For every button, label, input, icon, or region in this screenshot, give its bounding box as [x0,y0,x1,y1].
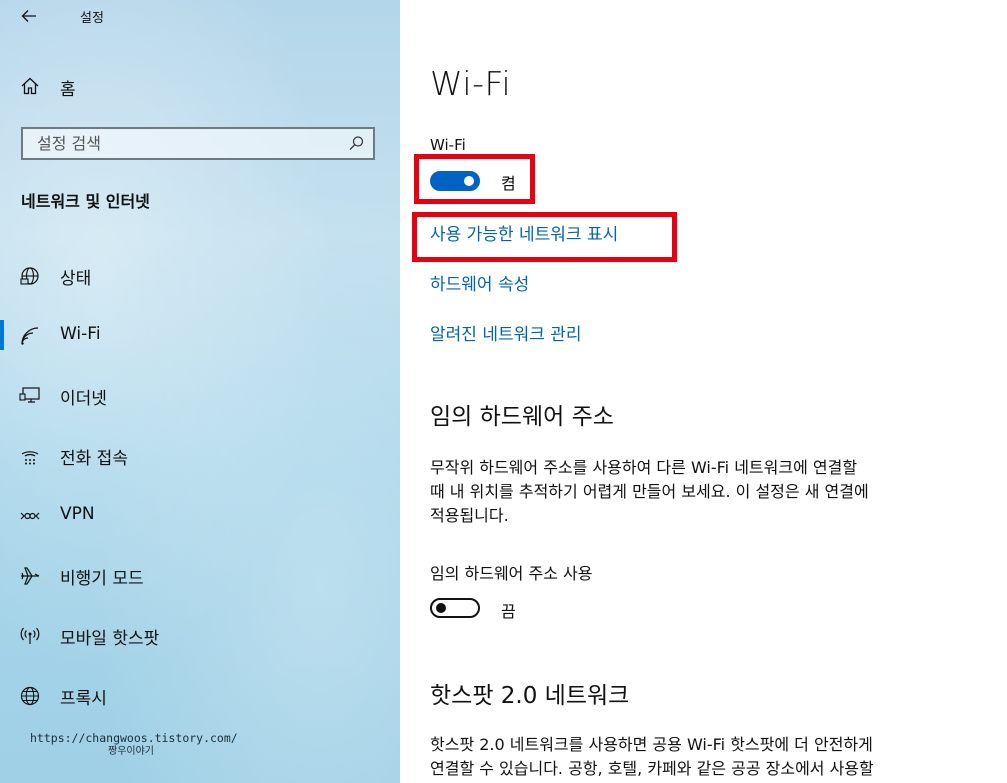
section-title: 네트워크 및 인터넷 [21,192,150,211]
airplane-icon [21,567,40,585]
sidebar-item-mobile-hotspot[interactable]: 모바일 핫스팟 [0,605,400,665]
globe-status-icon [20,267,39,285]
page-title: Wi-Fi [430,64,512,103]
sidebar-item-status[interactable]: 상태 [0,245,400,305]
wifi-icon [21,327,39,345]
globe-icon [20,686,40,706]
manage-known-networks-link[interactable]: 알려진 네트워크 관리 [430,320,582,345]
sidebar-item-label: 이더넷 [60,389,107,409]
watermark-url: https://changwoos.tistory.com/ [30,731,238,745]
sidebar-item-label: Wi-Fi [60,324,101,344]
sidebar-item-label: 홈 [60,80,76,100]
sidebar-item-dialup[interactable]: 전화 접속 [0,425,400,485]
hotspot2-heading: 핫스팟 2.0 네트워크 [430,683,630,709]
sidebar-item-home[interactable]: 홈 [0,68,400,104]
sidebar-item-airplane-mode[interactable]: 비행기 모드 [0,545,400,605]
toggle-knob [436,603,446,613]
search-box[interactable] [21,127,375,160]
navigation-pane: 설정 홈 네트워크 및 인터넷 상태 [0,0,400,783]
sidebar-item-wifi[interactable]: Wi-Fi [0,305,400,365]
sidebar-item-label: 비행기 모드 [60,569,144,589]
random-hw-toggle[interactable] [430,598,480,618]
sidebar-item-label: VPN [60,504,95,524]
back-button[interactable] [14,4,44,28]
watermark-name: 짱우이야기 [108,746,154,757]
content-pane: Wi-Fi Wi-Fi 켬 사용 가능한 네트워크 표시 하드웨어 속성 알려진… [400,0,1007,783]
selection-indicator [0,320,4,350]
random-hw-description: 무작위 하드웨어 주소를 사용하여 다른 Wi-Fi 네트워크에 연결할 때 내… [430,458,869,525]
ethernet-icon [19,387,40,403]
vpn-icon [20,512,40,520]
hardware-properties-link[interactable]: 하드웨어 속성 [430,270,529,295]
sidebar-item-ethernet[interactable]: 이더넷 [0,365,400,425]
back-arrow-icon [21,10,36,22]
wifi-toggle-label: Wi-Fi [430,136,466,154]
show-available-networks-link[interactable]: 사용 가능한 네트워크 표시 [430,220,618,245]
wifi-toggle[interactable] [430,171,480,191]
random-hw-heading: 임의 하드웨어 주소 [430,404,614,430]
wifi-toggle-state: 켬 [501,174,516,193]
title-bar: 설정 [0,0,400,32]
search-icon[interactable] [348,135,365,152]
sidebar-item-label: 전화 접속 [60,449,128,469]
sidebar-item-vpn[interactable]: VPN [0,485,400,545]
hotspot-icon [20,627,40,644]
watermark: https://changwoos.tistory.com/ 짱우이야기 [30,732,238,758]
sidebar-item-proxy[interactable]: 프록시 [0,665,400,725]
home-icon [21,77,39,95]
search-input[interactable] [23,129,347,158]
random-hw-toggle-state: 끔 [501,602,516,621]
dial-up-icon [21,451,39,465]
toggle-knob [464,176,474,186]
hotspot2-description: 핫스팟 2.0 네트워크를 사용하면 공용 Wi-Fi 핫스팟에 더 안전하게 … [430,735,874,778]
sidebar-item-label: 상태 [60,269,92,289]
random-hw-toggle-label: 임의 하드웨어 주소 사용 [430,564,593,583]
app-title: 설정 [80,11,104,26]
sidebar-item-label: 모바일 핫스팟 [60,629,160,649]
sidebar-item-label: 프록시 [60,689,107,709]
